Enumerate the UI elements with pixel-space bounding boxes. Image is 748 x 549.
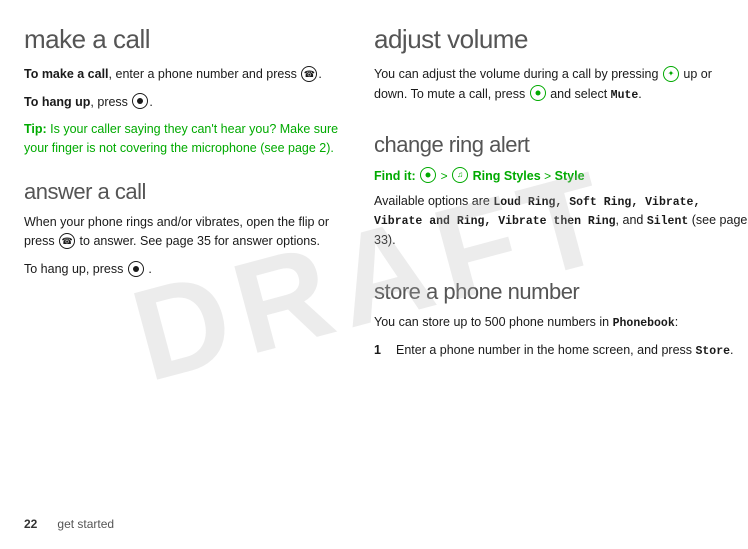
store-step1: 1 Enter a phone number in the home scree… xyxy=(374,341,748,361)
tip-content: Is your caller saying they can't hear yo… xyxy=(24,122,338,155)
answer-hangup-suffix: . xyxy=(148,262,151,276)
step1-num: 1 xyxy=(374,341,396,360)
store-number-title: store a phone number xyxy=(374,279,748,305)
answer-para1: When your phone rings and/or vibrates, o… xyxy=(24,213,340,252)
find-arrow2: > xyxy=(544,169,551,183)
change-ring-title: change ring alert xyxy=(374,132,748,158)
make-call-title: make a call xyxy=(24,24,340,55)
change-ring-section: change ring alert Find it: > ♫ Ring Styl… xyxy=(374,132,748,250)
answer-icon: ☎ xyxy=(59,233,75,249)
find-nav-icon xyxy=(420,167,436,183)
answer-call-section: answer a call When your phone rings and/… xyxy=(24,179,340,280)
answer-end-icon xyxy=(128,261,144,277)
answer-text2: to answer. See page 35 for answer option… xyxy=(80,234,320,248)
nav-up-icon xyxy=(663,66,679,82)
mute-label: Mute xyxy=(611,89,639,102)
find-it-label: Find it: xyxy=(374,169,416,183)
adjust-volume-title: adjust volume xyxy=(374,24,748,55)
hang-up-bold: To hang up xyxy=(24,95,90,109)
step1-suffix: . xyxy=(730,343,733,357)
make-call-para1: To make a call, enter a phone number and… xyxy=(24,65,340,84)
ring-and-text: and xyxy=(623,213,644,227)
hang-up-para: To hang up, press . xyxy=(24,93,340,112)
store-colon: : xyxy=(675,315,678,329)
answer-hangup-text: To hang up, press xyxy=(24,262,123,276)
left-column: make a call To make a call, enter a phon… xyxy=(24,24,364,525)
adjust-text1: You can adjust the volume during a call … xyxy=(374,67,658,81)
ring-options-prefix: Available options are xyxy=(374,194,490,208)
hang-up-text: , press xyxy=(90,95,128,109)
page-footer: 22 get started xyxy=(24,517,114,531)
mute-period: . xyxy=(638,87,641,101)
answer-call-title: answer a call xyxy=(24,179,340,205)
step1-text: Enter a phone number in the home screen,… xyxy=(396,343,692,357)
ring-styles-icon: ♫ xyxy=(452,167,468,183)
ring-options-para: Available options are Loud Ring, Soft Ri… xyxy=(374,192,748,251)
ring-styles-label: Ring Styles xyxy=(473,169,541,183)
store-number-section: store a phone number You can store up to… xyxy=(374,279,748,361)
tip-para: Tip: Is your caller saying they can't he… xyxy=(24,120,340,159)
adjust-text3: and select xyxy=(550,87,607,101)
end-call-icon xyxy=(132,93,148,109)
page-number: 22 xyxy=(24,517,37,531)
make-call-bold: To make a call xyxy=(24,67,109,81)
footer-label: get started xyxy=(57,517,114,531)
footer-spacer xyxy=(41,517,54,531)
call-icon: ☎ xyxy=(301,66,317,82)
store-label: Store xyxy=(696,345,731,358)
style-label: Style xyxy=(555,169,585,183)
tip-label: Tip: xyxy=(24,122,47,136)
store-steps: 1 Enter a phone number in the home scree… xyxy=(374,341,748,361)
phonebook-label: Phonebook xyxy=(613,317,675,330)
adjust-volume-section: adjust volume You can adjust the volume … xyxy=(374,24,748,104)
store-intro-para: You can store up to 500 phone numbers in… xyxy=(374,313,748,333)
center-key-icon xyxy=(530,85,546,101)
answer-hangup-para: To hang up, press . xyxy=(24,260,340,279)
find-it-para: Find it: > ♫ Ring Styles > Style xyxy=(374,167,748,186)
make-call-text1: , enter a phone number and press xyxy=(109,67,297,81)
store-text1: You can store up to 500 phone numbers in xyxy=(374,315,609,329)
adjust-volume-para: You can adjust the volume during a call … xyxy=(374,65,748,104)
step1-content: Enter a phone number in the home screen,… xyxy=(396,341,734,361)
make-call-section: make a call To make a call, enter a phon… xyxy=(24,24,340,159)
right-column: adjust volume You can adjust the volume … xyxy=(364,24,748,525)
silent-label: Silent xyxy=(647,215,688,228)
page-container: make a call To make a call, enter a phon… xyxy=(0,0,748,549)
find-arrow1: > xyxy=(441,169,448,183)
